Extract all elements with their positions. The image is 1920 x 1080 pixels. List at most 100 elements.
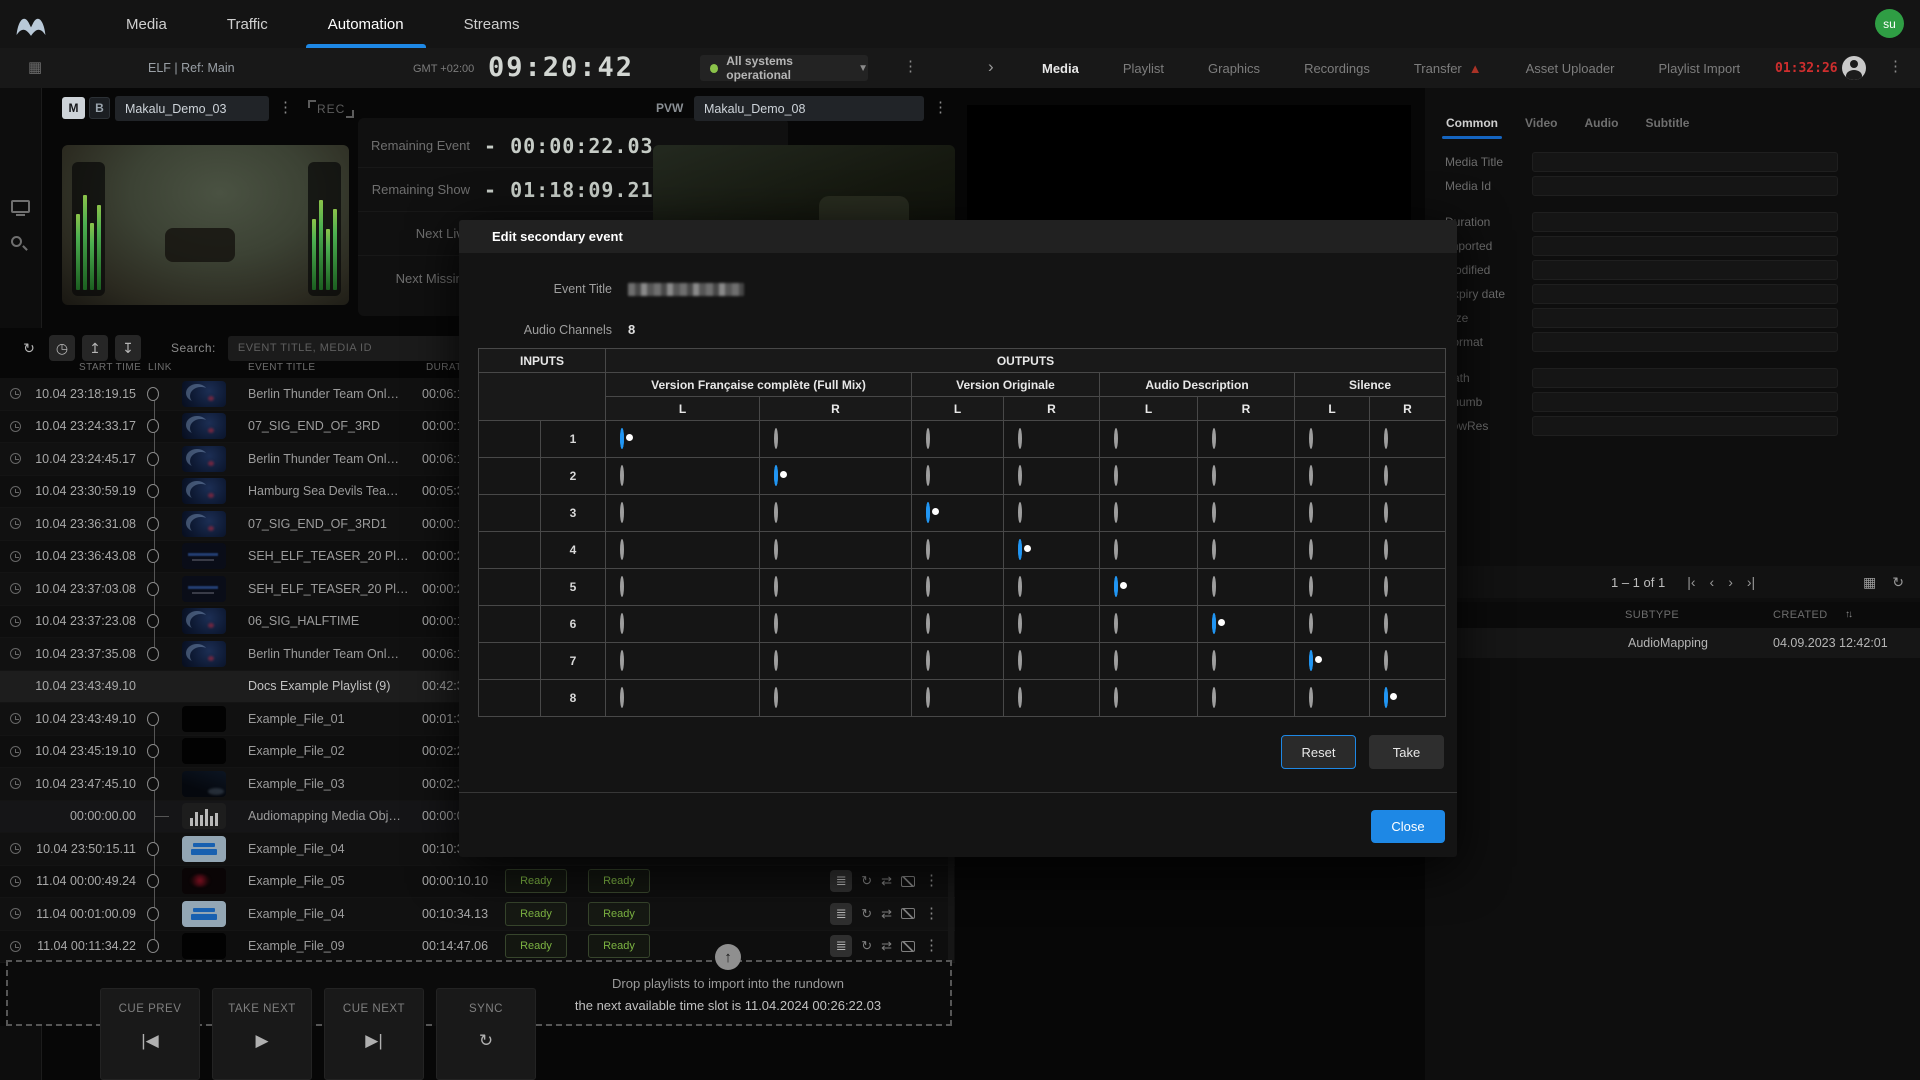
matrix-radio[interactable] (620, 465, 624, 486)
matrix-radio[interactable] (1309, 539, 1313, 560)
last-page-icon[interactable]: ›| (1747, 574, 1755, 590)
next-page-icon[interactable]: › (1728, 574, 1733, 590)
matrix-radio[interactable] (620, 502, 624, 523)
matrix-radio[interactable] (1212, 502, 1216, 523)
matrix-radio[interactable] (926, 539, 930, 560)
nav-media[interactable]: Media (96, 0, 197, 48)
matrix-radio[interactable] (1018, 465, 1022, 486)
matrix-radio[interactable] (926, 687, 930, 708)
matrix-radio[interactable] (1114, 539, 1118, 560)
field-input[interactable] (1532, 176, 1838, 196)
field-input[interactable] (1532, 212, 1838, 232)
field-input[interactable] (1532, 332, 1838, 352)
toolbar-tab-playlist-import[interactable]: Playlist Import (1637, 61, 1763, 76)
matrix-radio[interactable] (1384, 539, 1388, 560)
matrix-radio[interactable] (1309, 613, 1313, 634)
matrix-radio[interactable] (1212, 576, 1216, 597)
matrix-radio-selected[interactable] (1384, 687, 1388, 708)
matrix-radio[interactable] (1018, 576, 1022, 597)
matrix-radio[interactable] (1114, 502, 1118, 523)
jump-to-top-icon[interactable]: ↥ (82, 335, 108, 361)
matrix-radio[interactable] (1212, 687, 1216, 708)
toolbar-tab-graphics[interactable]: Graphics (1186, 61, 1282, 76)
matrix-radio-selected[interactable] (1212, 613, 1216, 634)
link-circle-icon[interactable] (147, 712, 159, 726)
link-circle-icon[interactable] (147, 842, 159, 856)
transition-icon[interactable]: ⇄ (881, 873, 892, 889)
toolbar-tab-transfer[interactable]: Transfer▲ (1392, 61, 1504, 76)
matrix-radio[interactable] (1018, 502, 1022, 523)
matrix-radio[interactable] (1309, 428, 1313, 449)
loop-icon[interactable]: ↻ (861, 906, 872, 922)
matrix-radio[interactable] (1114, 428, 1118, 449)
rundown-search-input[interactable] (228, 336, 490, 361)
link-circle-icon[interactable] (147, 939, 159, 953)
secondary-events-icon[interactable]: ≣ (830, 870, 852, 892)
matrix-radio[interactable] (926, 650, 930, 671)
link-circle-icon[interactable] (147, 614, 159, 628)
system-status-dropdown[interactable]: All systems operational ▼ (700, 55, 868, 81)
matrix-radio-selected[interactable] (1309, 650, 1313, 671)
take-next-button[interactable]: TAKE NEXT▶ (212, 988, 312, 1080)
loop-icon[interactable]: ↻ (861, 873, 872, 889)
matrix-radio[interactable] (1384, 465, 1388, 486)
transition-icon[interactable]: ⇄ (881, 906, 892, 922)
monitor-icon[interactable] (11, 200, 30, 213)
prev-page-icon[interactable]: ‹ (1710, 574, 1715, 590)
matrix-radio[interactable] (620, 687, 624, 708)
cue-prev-button[interactable]: CUE PREV|◀ (100, 988, 200, 1080)
matrix-radio[interactable] (1018, 650, 1022, 671)
matrix-radio[interactable] (774, 650, 778, 671)
panel-kebab-icon[interactable]: ⋮ (1888, 60, 1903, 74)
matrix-radio[interactable] (1018, 428, 1022, 449)
matrix-radio-selected[interactable] (774, 465, 778, 486)
matrix-radio[interactable] (1018, 613, 1022, 634)
sync-button[interactable]: SYNC↻ (436, 988, 536, 1080)
link-circle-icon[interactable] (147, 549, 159, 563)
link-circle-icon[interactable] (147, 517, 159, 531)
tab-audio[interactable]: Audio (1584, 116, 1618, 139)
pvw-source-select[interactable]: Makalu_Demo_08 (694, 96, 924, 121)
matrix-radio[interactable] (620, 613, 624, 634)
pgm-source-select[interactable]: Makalu_Demo_03 (115, 96, 269, 121)
cue-next-button[interactable]: CUE NEXT▶| (324, 988, 424, 1080)
matrix-radio[interactable] (1114, 650, 1118, 671)
toolbar-tab-playlist[interactable]: Playlist (1101, 61, 1186, 76)
field-input[interactable] (1532, 392, 1838, 412)
pvw-kebab-icon[interactable]: ⋮ (933, 101, 948, 115)
row-kebab-icon[interactable]: ⋮ (924, 874, 939, 888)
matrix-radio[interactable] (620, 539, 624, 560)
rundown-row[interactable]: 11.04 00:00:49.24Example_File_0500:00:10… (0, 866, 955, 899)
matrix-radio[interactable] (774, 687, 778, 708)
pgm-m-badge[interactable]: M (62, 97, 85, 119)
timer-off-icon[interactable]: ◷ (49, 335, 75, 361)
matrix-radio[interactable] (1309, 502, 1313, 523)
user-avatar[interactable]: su (1875, 9, 1904, 38)
user-icon[interactable] (1842, 56, 1866, 80)
field-input[interactable] (1532, 284, 1838, 304)
matrix-radio[interactable] (774, 428, 778, 449)
link-circle-icon[interactable] (147, 647, 159, 661)
link-circle-icon[interactable] (147, 777, 159, 791)
collapse-chevron-icon[interactable]: › (988, 57, 994, 77)
close-button[interactable]: Close (1371, 810, 1445, 843)
sort-icon[interactable]: ↑↓ (1845, 609, 1851, 620)
matrix-radio[interactable] (1212, 539, 1216, 560)
matrix-radio[interactable] (1212, 465, 1216, 486)
tab-common[interactable]: Common (1446, 116, 1498, 139)
matrix-radio[interactable] (1384, 613, 1388, 634)
matrix-radio[interactable] (1384, 576, 1388, 597)
matrix-radio[interactable] (926, 428, 930, 449)
secondary-events-icon[interactable]: ≣ (830, 903, 852, 925)
matrix-radio[interactable] (1212, 428, 1216, 449)
no-graphics-icon[interactable] (901, 908, 915, 919)
matrix-radio[interactable] (1114, 687, 1118, 708)
apps-grid-icon[interactable]: ▦ (28, 60, 42, 76)
toolbar-tab-media[interactable]: Media (1020, 61, 1101, 76)
matrix-radio[interactable] (1309, 576, 1313, 597)
matrix-radio[interactable] (926, 576, 930, 597)
tab-video[interactable]: Video (1525, 116, 1557, 139)
field-input[interactable] (1532, 308, 1838, 328)
matrix-radio[interactable] (774, 576, 778, 597)
link-circle-icon[interactable] (147, 874, 159, 888)
